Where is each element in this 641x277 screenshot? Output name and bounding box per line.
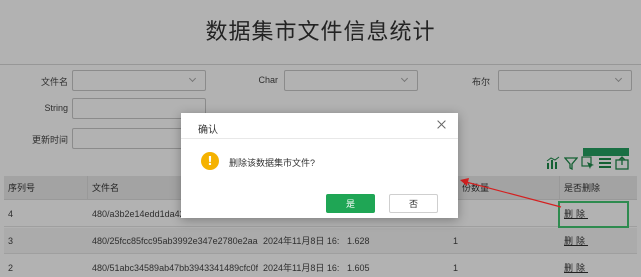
close-icon[interactable] [435, 118, 449, 132]
dialog-header: 确认 [181, 113, 458, 139]
confirm-dialog: 确认 ! 删除该数据集市文件? 是 否 [181, 113, 458, 218]
dialog-title: 确认 [198, 125, 218, 136]
dialog-message: 删除该数据集市文件? [229, 158, 316, 168]
confirm-button[interactable]: 是 [326, 194, 375, 213]
warning-icon: ! [201, 152, 219, 170]
cancel-button[interactable]: 否 [389, 194, 438, 213]
